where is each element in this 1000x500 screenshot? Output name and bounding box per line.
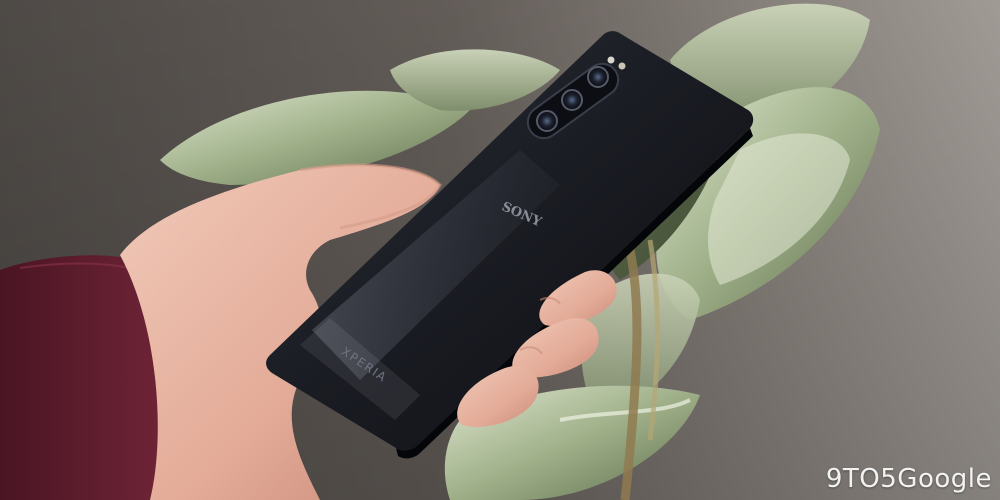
photo-illustration: SONY XPERIA xyxy=(0,0,1000,500)
watermark-logo: 9TO5Google xyxy=(825,464,992,494)
camera-lens-icon xyxy=(561,89,583,111)
product-photo: SONY XPERIA 9TO5Google xyxy=(0,0,1000,500)
flash-icon xyxy=(607,56,615,64)
camera-lens-icon xyxy=(536,110,558,132)
camera-lens-icon xyxy=(587,66,609,88)
